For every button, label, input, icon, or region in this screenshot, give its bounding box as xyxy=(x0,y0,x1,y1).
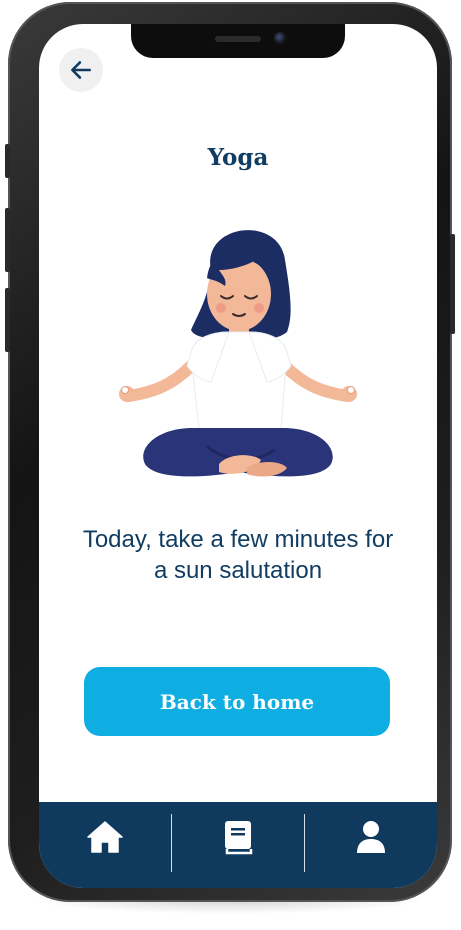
volume-down-button xyxy=(5,288,10,352)
app-screen: Yoga Today, take a few minutes for a sun… xyxy=(39,24,437,888)
book-icon xyxy=(225,821,253,855)
yoga-message: Today, take a few minutes for a sun salu… xyxy=(82,526,394,584)
mute-switch xyxy=(5,144,10,178)
user-icon xyxy=(357,821,385,853)
volume-up-button xyxy=(5,208,10,272)
arrow-left-icon xyxy=(71,61,91,79)
notch xyxy=(131,24,345,58)
home-icon xyxy=(87,821,123,853)
front-camera xyxy=(274,32,287,45)
page-title: Yoga xyxy=(207,144,269,171)
tab-home[interactable] xyxy=(39,802,171,888)
back-to-home-button[interactable]: Back to home xyxy=(84,667,390,736)
back-button[interactable] xyxy=(59,48,103,92)
tab-profile[interactable] xyxy=(305,802,437,888)
device-mockup: Yoga Today, take a few minutes for a sun… xyxy=(0,0,461,930)
bottom-tab-bar xyxy=(39,802,437,888)
speaker-grille xyxy=(215,36,261,42)
power-button xyxy=(450,234,455,334)
phone-frame: Yoga Today, take a few minutes for a sun… xyxy=(5,2,455,902)
tab-library[interactable] xyxy=(172,802,304,888)
yoga-illustration xyxy=(119,230,357,477)
